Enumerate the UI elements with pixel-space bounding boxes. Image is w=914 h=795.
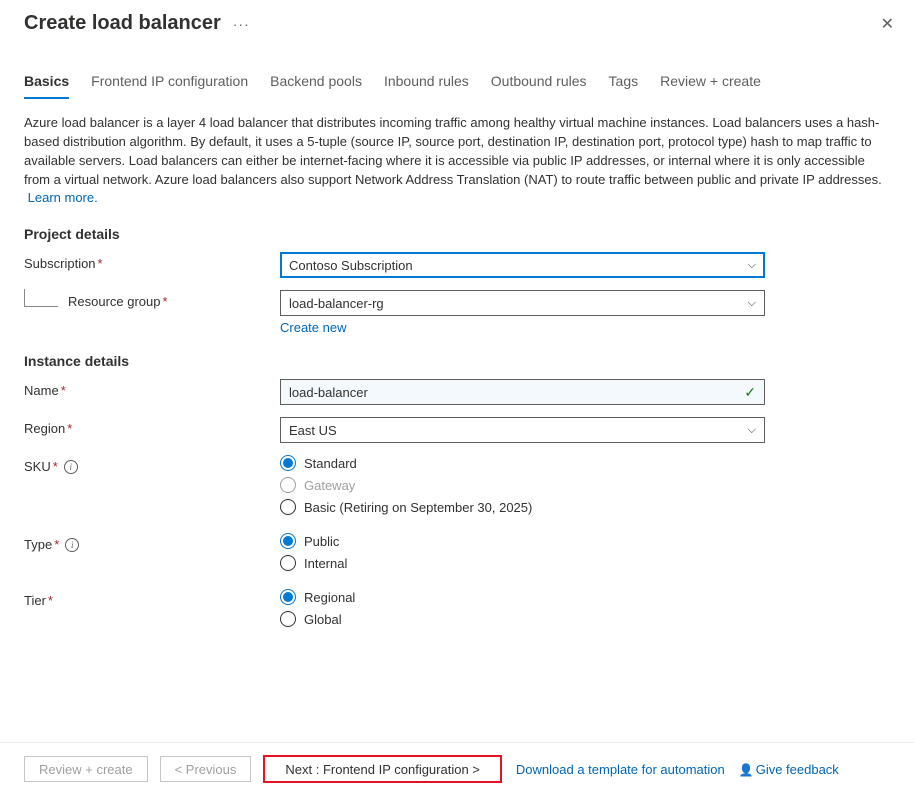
type-internal-label: Internal [304, 556, 347, 571]
sku-basic-label: Basic (Retiring on September 30, 2025) [304, 500, 532, 515]
type-public-label: Public [304, 534, 339, 549]
create-new-link[interactable]: Create new [280, 320, 346, 335]
info-icon[interactable]: i [65, 538, 79, 552]
radio-icon [280, 555, 296, 571]
tier-radio-group: Regional Global [280, 589, 765, 627]
type-label: Type [24, 537, 52, 552]
name-value: load-balancer [289, 385, 744, 400]
valid-check-icon: ✓ [744, 384, 756, 401]
sku-label: SKU [24, 459, 51, 474]
name-label: Name [24, 383, 59, 398]
region-value: East US [289, 423, 337, 438]
tier-option-global[interactable]: Global [280, 611, 765, 627]
required-asterisk: * [53, 459, 58, 474]
close-icon[interactable]: ✕ [881, 14, 894, 34]
name-input[interactable]: load-balancer ✓ [280, 379, 765, 405]
tab-tags[interactable]: Tags [609, 73, 639, 99]
section-instance-details: Instance details [24, 353, 890, 369]
page-title: Create load balancer [24, 12, 221, 35]
learn-more-link[interactable]: Learn more. [28, 190, 98, 205]
resource-group-label: Resource group [68, 294, 161, 309]
tab-inbound-rules[interactable]: Inbound rules [384, 73, 469, 99]
radio-icon [280, 611, 296, 627]
sku-radio-group: Standard Gateway Basic (Retiring on Sept… [280, 455, 765, 515]
type-radio-group: Public Internal [280, 533, 765, 571]
tab-bar: Basics Frontend IP configuration Backend… [0, 43, 914, 100]
tab-backend-pools[interactable]: Backend pools [270, 73, 362, 99]
tier-option-regional[interactable]: Regional [280, 589, 765, 605]
give-feedback-label: Give feedback [756, 762, 839, 777]
info-icon[interactable]: i [64, 460, 78, 474]
required-asterisk: * [67, 421, 72, 436]
sku-standard-label: Standard [304, 456, 357, 471]
next-button[interactable]: Next : Frontend IP configuration > [263, 755, 502, 783]
type-option-internal[interactable]: Internal [280, 555, 765, 571]
required-asterisk: * [61, 383, 66, 398]
feedback-icon: 👤 [739, 763, 754, 777]
sku-option-standard[interactable]: Standard [280, 455, 765, 471]
radio-icon [280, 455, 296, 471]
tier-label: Tier [24, 593, 46, 608]
subscription-label: Subscription [24, 256, 96, 271]
tab-basics[interactable]: Basics [24, 73, 69, 99]
radio-icon [280, 477, 296, 493]
required-asterisk: * [163, 294, 168, 309]
radio-icon [280, 533, 296, 549]
resource-group-select[interactable]: load-balancer-rg ⌵ [280, 290, 765, 316]
sku-gateway-label: Gateway [304, 478, 355, 493]
radio-icon [280, 499, 296, 515]
section-project-details: Project details [24, 226, 890, 242]
type-option-public[interactable]: Public [280, 533, 765, 549]
subscription-value: Contoso Subscription [289, 258, 413, 273]
region-label: Region [24, 421, 65, 436]
required-asterisk: * [48, 593, 53, 608]
review-create-button: Review + create [24, 756, 148, 782]
previous-button: < Previous [160, 756, 252, 782]
tier-global-label: Global [304, 612, 342, 627]
sku-option-basic[interactable]: Basic (Retiring on September 30, 2025) [280, 499, 765, 515]
footer-bar: Review + create < Previous Next : Fronte… [0, 742, 914, 795]
chevron-down-icon: ⌵ [748, 259, 756, 272]
download-template-link[interactable]: Download a template for automation [516, 762, 725, 777]
chevron-down-icon: ⌵ [748, 297, 756, 310]
resource-group-value: load-balancer-rg [289, 296, 384, 311]
subscription-select[interactable]: Contoso Subscription ⌵ [280, 252, 765, 278]
more-actions-icon[interactable]: ··· [233, 16, 250, 32]
tab-frontend-ip[interactable]: Frontend IP configuration [91, 73, 248, 99]
tab-outbound-rules[interactable]: Outbound rules [491, 73, 587, 99]
description-body: Azure load balancer is a layer 4 load ba… [24, 115, 882, 187]
chevron-down-icon: ⌵ [748, 424, 756, 437]
region-select[interactable]: East US ⌵ [280, 417, 765, 443]
radio-icon [280, 589, 296, 605]
required-asterisk: * [54, 537, 59, 552]
tree-connector-icon [24, 289, 58, 307]
sku-option-gateway: Gateway [280, 477, 765, 493]
give-feedback-link[interactable]: 👤Give feedback [739, 762, 839, 777]
tab-review-create[interactable]: Review + create [660, 73, 761, 99]
tier-regional-label: Regional [304, 590, 355, 605]
description-text: Azure load balancer is a layer 4 load ba… [24, 114, 890, 208]
required-asterisk: * [98, 256, 103, 271]
